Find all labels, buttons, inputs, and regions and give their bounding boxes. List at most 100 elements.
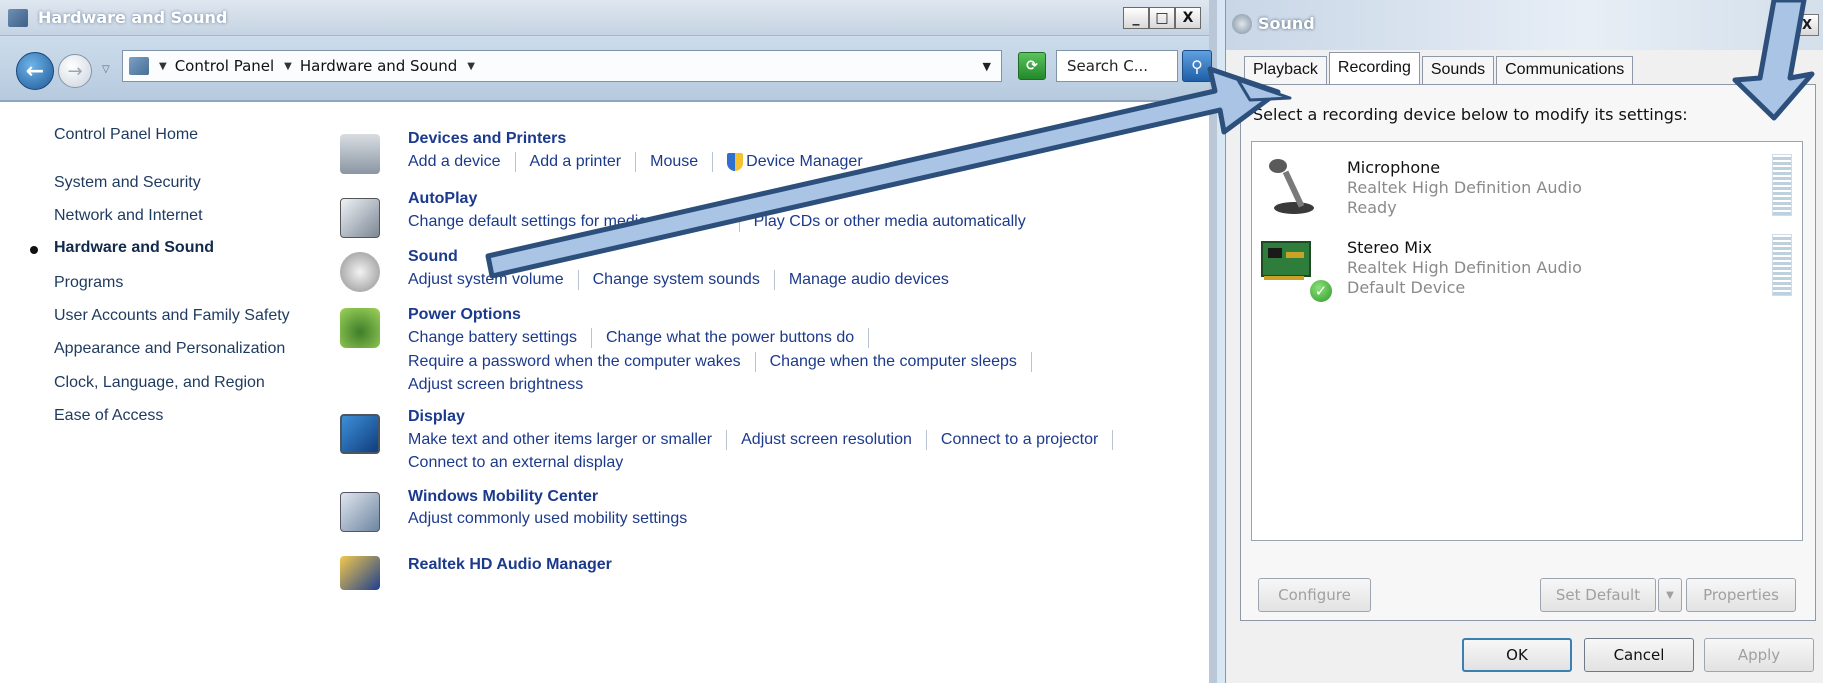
autoplay-icon	[340, 198, 380, 238]
category-title[interactable]: Realtek HD Audio Manager	[408, 556, 612, 574]
configure-button[interactable]: Configure	[1258, 578, 1371, 612]
device-name: Microphone	[1347, 158, 1441, 177]
nav-system-and-security[interactable]: System and Security	[54, 174, 201, 192]
breadcrumb-arrow-icon[interactable]: ▼	[284, 61, 292, 72]
nav-network-and-internet[interactable]: Network and Internet	[54, 207, 203, 225]
tab-recording[interactable]: Recording	[1328, 52, 1420, 84]
link-screen-resolution[interactable]: Adjust screen resolution	[741, 431, 926, 449]
link-change-default-settings[interactable]: Change default settings for media or dev…	[408, 213, 739, 231]
current-page-bullet	[30, 246, 38, 254]
maximize-button[interactable]: □	[1149, 7, 1175, 29]
properties-button[interactable]: Properties	[1686, 578, 1796, 612]
sound-title-bar: Sound X	[1226, 0, 1823, 50]
control-panel-icon	[8, 9, 28, 27]
recording-tab-panel: Select a recording device below to modif…	[1240, 84, 1816, 621]
minimize-button[interactable]: _	[1123, 7, 1149, 29]
category-title[interactable]: Windows Mobility Center	[408, 488, 598, 506]
link-screen-brightness[interactable]: Adjust screen brightness	[408, 376, 597, 394]
ok-button[interactable]: OK	[1462, 638, 1572, 672]
sound-card-icon: ✓	[1258, 232, 1334, 304]
breadcrumb-hardware-and-sound[interactable]: Hardware and Sound	[300, 57, 457, 75]
category-title[interactable]: AutoPlay	[408, 190, 477, 208]
breadcrumb-arrow-icon[interactable]: ▼	[159, 61, 167, 72]
tab-strip: Playback Recording Sounds Communications	[1244, 52, 1635, 84]
category-title[interactable]: Devices and Printers	[408, 130, 566, 148]
link-require-password[interactable]: Require a password when the computer wak…	[408, 353, 755, 371]
link-power-buttons[interactable]: Change what the power buttons do	[606, 329, 868, 347]
nav-control-panel-home[interactable]: Control Panel Home	[54, 126, 198, 144]
nav-ease-of-access[interactable]: Ease of Access	[54, 407, 163, 425]
device-driver: Realtek High Definition Audio	[1347, 258, 1582, 277]
category-title[interactable]: Display	[408, 408, 465, 426]
nav-clock-language-region[interactable]: Clock, Language, and Region	[54, 374, 265, 392]
address-dropdown-icon[interactable]: ▼	[983, 60, 991, 73]
monitor-icon	[340, 414, 380, 454]
link-mobility-settings[interactable]: Adjust commonly used mobility settings	[408, 510, 701, 528]
cancel-button[interactable]: Cancel	[1584, 638, 1694, 672]
refresh-icon: ⟳	[1026, 58, 1038, 74]
tab-playback[interactable]: Playback	[1244, 56, 1327, 84]
link-manage-audio-devices[interactable]: Manage audio devices	[789, 271, 963, 289]
audio-manager-icon	[340, 556, 380, 590]
battery-icon	[340, 308, 380, 348]
level-meter	[1772, 154, 1792, 216]
back-arrow-icon: ←	[25, 58, 45, 84]
link-computer-sleeps[interactable]: Change when the computer sleeps	[770, 353, 1031, 371]
navigation-bar: ← → ▽ ▼ Control Panel ▼ Hardware and Sou…	[0, 36, 1212, 102]
address-bar[interactable]: ▼ Control Panel ▼ Hardware and Sound ▼ ▼	[122, 50, 1002, 82]
search-input[interactable]: Search C...	[1056, 50, 1178, 82]
link-add-printer[interactable]: Add a printer	[530, 153, 636, 171]
device-item-microphone[interactable]: Microphone Realtek High Definition Audio…	[1252, 146, 1802, 217]
printer-icon	[340, 134, 380, 174]
mobility-icon	[340, 492, 380, 532]
device-name: Stereo Mix	[1347, 238, 1432, 257]
microphone-icon	[1258, 152, 1322, 216]
category-title[interactable]: Sound	[408, 248, 458, 266]
link-change-battery-settings[interactable]: Change battery settings	[408, 329, 591, 347]
refresh-button[interactable]: ⟳	[1018, 52, 1046, 80]
speaker-icon	[1232, 14, 1252, 34]
link-play-cds[interactable]: Play CDs or other media automatically	[754, 213, 1040, 231]
nav-programs[interactable]: Programs	[54, 274, 123, 292]
device-list: Microphone Realtek High Definition Audio…	[1251, 141, 1803, 541]
breadcrumb-arrow-icon[interactable]: ▼	[467, 61, 475, 72]
link-add-device[interactable]: Add a device	[408, 153, 515, 171]
category-title[interactable]: Power Options	[408, 306, 521, 324]
nav-user-accounts[interactable]: User Accounts and Family Safety	[54, 307, 290, 325]
device-item-stereo-mix[interactable]: ✓ Stereo Mix Realtek High Definition Aud…	[1252, 226, 1802, 304]
tab-communications[interactable]: Communications	[1496, 56, 1634, 84]
device-driver: Realtek High Definition Audio	[1347, 178, 1582, 197]
search-button[interactable]: ⚲	[1182, 50, 1212, 82]
device-status: Default Device	[1347, 278, 1466, 297]
link-adjust-volume[interactable]: Adjust system volume	[408, 271, 578, 289]
close-button[interactable]: X	[1795, 14, 1819, 36]
control-panel-folder-icon	[129, 57, 149, 75]
link-change-system-sounds[interactable]: Change system sounds	[593, 271, 774, 289]
close-button[interactable]: X	[1175, 7, 1201, 29]
link-text-size[interactable]: Make text and other items larger or smal…	[408, 431, 726, 449]
instruction-text: Select a recording device below to modif…	[1253, 105, 1688, 124]
link-connect-projector[interactable]: Connect to a projector	[941, 431, 1112, 449]
default-device-check-icon: ✓	[1308, 278, 1334, 304]
device-status: Ready	[1347, 198, 1397, 217]
recent-pages-dropdown-icon[interactable]: ▽	[102, 64, 116, 76]
cp-title-bar: Hardware and Sound _ □ X	[0, 0, 1209, 36]
level-meter	[1772, 234, 1792, 296]
back-button[interactable]: ←	[16, 52, 54, 90]
forward-button[interactable]: →	[58, 54, 92, 88]
control-panel-window: Hardware and Sound _ □ X ← → ▽ ▼ Control…	[0, 0, 1217, 683]
cp-window-title: Hardware and Sound	[38, 8, 228, 27]
breadcrumb-control-panel[interactable]: Control Panel	[175, 57, 274, 75]
nav-hardware-and-sound: Hardware and Sound	[54, 239, 215, 256]
breadcrumb: ▼ Control Panel ▼ Hardware and Sound ▼	[149, 57, 483, 75]
uac-shield-icon	[727, 153, 744, 171]
set-default-dropdown-icon[interactable]: ▼	[1658, 578, 1682, 612]
link-external-display[interactable]: Connect to an external display	[408, 454, 637, 472]
nav-appearance[interactable]: Appearance and Personalization	[54, 340, 285, 358]
forward-arrow-icon: →	[67, 60, 83, 82]
tab-sounds[interactable]: Sounds	[1421, 56, 1495, 84]
set-default-button[interactable]: Set Default	[1540, 578, 1656, 612]
apply-button[interactable]: Apply	[1704, 638, 1814, 672]
link-device-manager[interactable]: Device Manager	[746, 153, 877, 171]
link-mouse[interactable]: Mouse	[650, 153, 712, 171]
